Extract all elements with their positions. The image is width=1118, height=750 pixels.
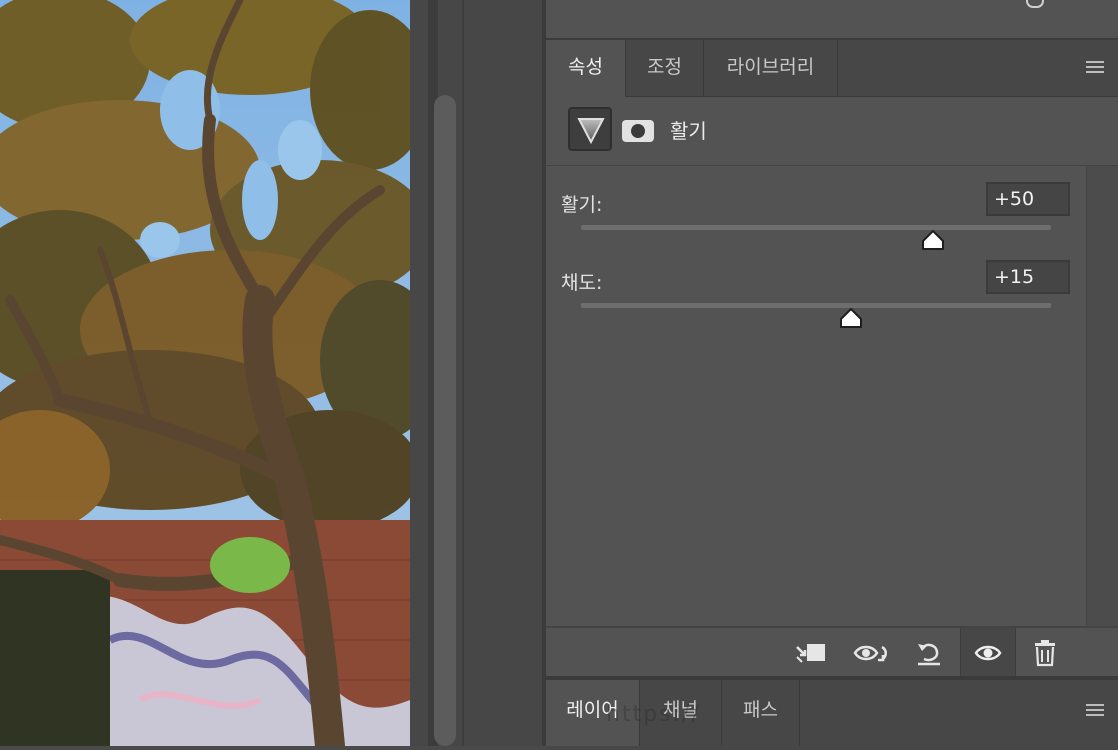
reset-icon (918, 643, 940, 666)
vibrance-label: 활기: (561, 194, 603, 216)
properties-footer (546, 626, 1118, 678)
top-panel (546, 0, 1118, 40)
layers-menu-icon[interactable] (1086, 704, 1104, 720)
tab-properties[interactable]: 속성 (546, 40, 626, 97)
saturation-slider-row: 채도: +15 (546, 260, 1086, 338)
document-canvas[interactable] (0, 0, 410, 746)
scroll-track (462, 0, 464, 746)
vibrance-triangle-icon[interactable] (568, 107, 612, 151)
properties-scrollbar[interactable] (1086, 166, 1118, 626)
tab-adjustments[interactable]: 조정 (626, 40, 704, 96)
trash-icon (1035, 640, 1055, 667)
saturation-label: 채도: (561, 272, 603, 294)
view-previous-state-button[interactable] (844, 628, 898, 678)
clip-to-layer-button[interactable] (784, 628, 838, 678)
vibrance-value-input[interactable]: +50 (986, 182, 1070, 216)
reset-button[interactable] (902, 628, 956, 678)
corner-handle-icon (1026, 0, 1044, 8)
delete-button[interactable] (1018, 628, 1072, 678)
vibrance-slider-row: 활기: +50 (546, 182, 1086, 260)
vibrance-slider-thumb[interactable] (921, 229, 945, 251)
saturation-slider-thumb[interactable] (839, 307, 863, 329)
layers-panel: 레이어 채널 패스 https:// (546, 676, 1118, 750)
panel-menu-icon[interactable] (1086, 61, 1104, 75)
document-scroll-area (410, 0, 546, 746)
properties-panel: 속성 조정 라이브러리 활기 활기: +50 채도: +15 (546, 40, 1118, 678)
properties-header: 활기 (546, 97, 1118, 166)
watermark-text: https:// (606, 702, 701, 727)
tree-photo (0, 0, 410, 746)
adjustment-title: 활기 (670, 119, 707, 143)
saturation-slider-track[interactable] (581, 303, 1051, 308)
tab-paths[interactable]: 패스 (722, 680, 800, 746)
layer-mask-icon[interactable] (622, 120, 654, 142)
clip-to-layer-icon (796, 644, 825, 663)
tab-libraries[interactable]: 라이브러리 (704, 40, 838, 96)
toggle-visibility-button[interactable] (960, 628, 1016, 678)
vertical-scrollbar-thumb[interactable] (434, 95, 456, 746)
saturation-value-input[interactable]: +15 (986, 260, 1070, 294)
vibrance-slider-track[interactable] (581, 225, 1051, 230)
view-previous-state-icon (853, 645, 887, 662)
properties-tabbar: 속성 조정 라이브러리 (546, 40, 1118, 97)
toggle-visibility-icon (974, 645, 1002, 661)
